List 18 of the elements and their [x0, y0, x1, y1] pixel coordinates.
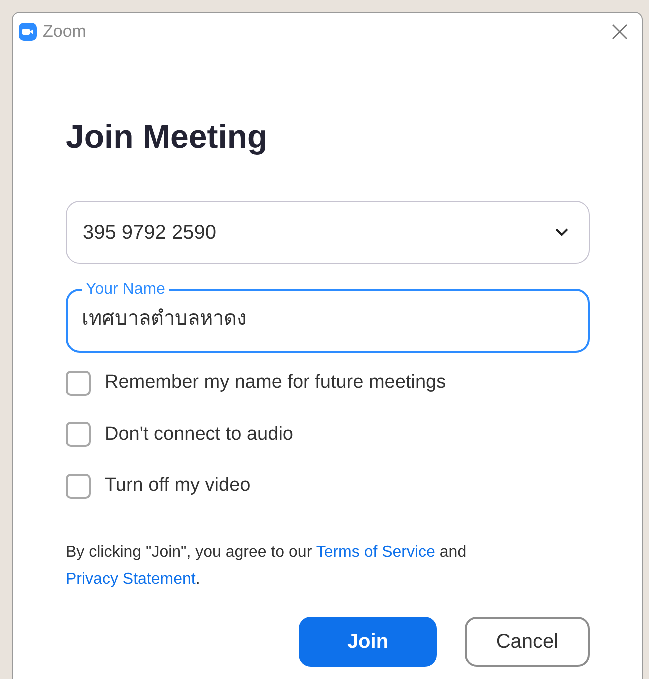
cancel-button[interactable]: Cancel	[465, 616, 590, 666]
video-camera-icon	[19, 23, 37, 41]
link[interactable]: Terms of Service	[316, 544, 436, 560]
checkbox-label: Don't connect to audio	[105, 422, 294, 446]
checkbox[interactable]	[66, 474, 91, 499]
join-button[interactable]: Join	[299, 616, 437, 666]
checkbox[interactable]	[66, 422, 91, 448]
chevron-down-icon	[555, 228, 569, 237]
link[interactable]: Privacy Statement	[66, 570, 196, 588]
checkbox-label: Turn off my video	[105, 474, 251, 498]
close-icon[interactable]	[612, 24, 628, 40]
dialog-heading: Join Meeting	[66, 117, 269, 157]
terms-notice: By clicking "Join", you agree to our Terms of Service and Privacy Statement.	[66, 542, 468, 590]
name-input-field[interactable]: Your Name เทศบาลตำบลหาดง	[66, 281, 590, 353]
meeting-id-dropdown[interactable]: 395 9792 2590	[66, 201, 590, 264]
checkbox[interactable]	[66, 370, 91, 396]
window-title: Zoom	[43, 21, 86, 44]
checkbox-label: Remember my name for future meetings	[105, 371, 446, 395]
